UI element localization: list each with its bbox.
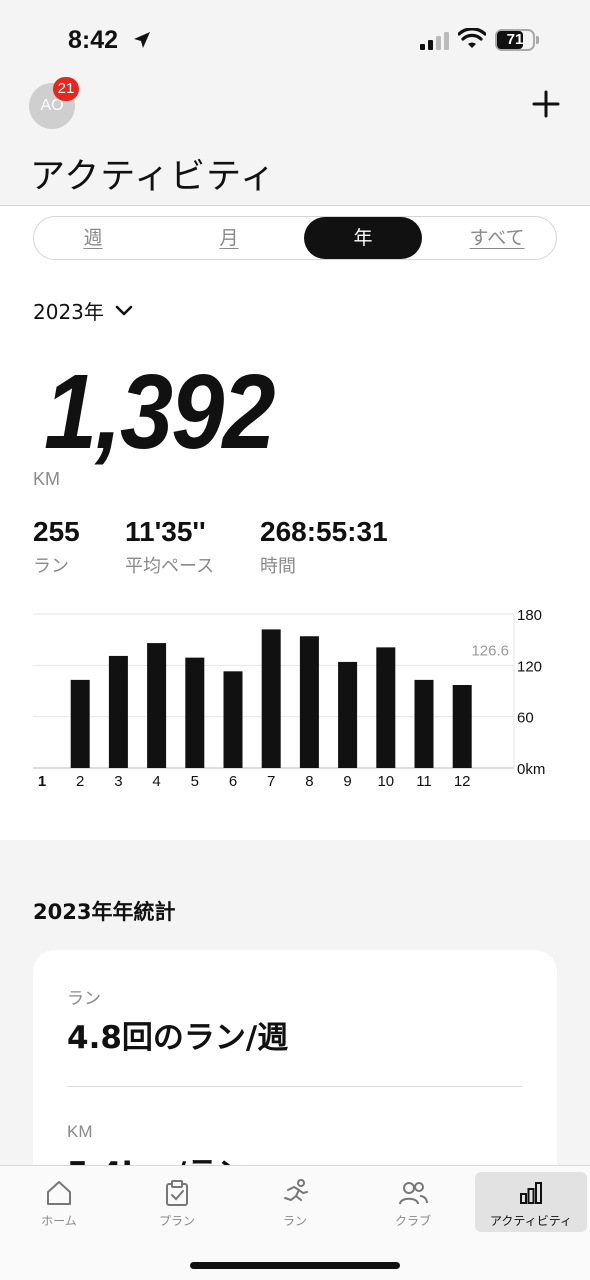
time-value: 268:55:31: [260, 516, 388, 547]
runner-icon: [284, 1179, 308, 1201]
bar-chart-icon: [520, 1182, 542, 1204]
monthly-distance-chart[interactable]: 180120600km126.61 2 3 4 5 6 7 8 9 10 11 12: [0, 600, 590, 800]
tab-club[interactable]: クラブ: [357, 1172, 469, 1232]
chart-bar[interactable]: [261, 629, 281, 768]
chart-bar[interactable]: [299, 636, 319, 768]
segment-year[interactable]: 年: [304, 217, 422, 259]
tab-home-label: ホーム: [41, 1214, 77, 1228]
time-label: 時間: [260, 556, 296, 577]
x-tick-label: 1: [38, 773, 46, 790]
battery-level: 71: [506, 31, 524, 48]
y-tick-label: 60: [517, 710, 534, 727]
distance-unit: KM: [33, 469, 60, 489]
tab-run-label: ラン: [282, 1214, 307, 1228]
tab-run[interactable]: ラン: [239, 1172, 351, 1232]
tab-activity-label: アクティビティ: [490, 1214, 572, 1228]
chart-bar[interactable]: [223, 671, 243, 768]
chart-bar[interactable]: [376, 647, 396, 768]
x-tick-label: 4: [152, 773, 160, 790]
home-icon: [47, 1181, 71, 1205]
stats-title: 2023年年統計: [33, 900, 176, 924]
chart-bar[interactable]: [338, 661, 358, 768]
location-arrow-icon: [134, 32, 150, 48]
runs-value: 255: [33, 516, 80, 547]
year-selector[interactable]: 2023年: [33, 296, 134, 325]
segment-all[interactable]: すべて: [438, 217, 556, 259]
chart-bar[interactable]: [108, 655, 128, 768]
add-button[interactable]: [530, 88, 562, 120]
x-tick-label: 5: [191, 773, 199, 790]
y-tick-label: 120: [517, 658, 542, 675]
tab-club-label: クラブ: [394, 1214, 431, 1228]
segment-week[interactable]: 週: [34, 217, 152, 259]
cellular-signal-icon: [420, 32, 449, 50]
pace-label: 平均ペース: [125, 556, 215, 577]
battery-icon: 71: [495, 29, 539, 51]
clipboard-check-icon: [166, 1180, 188, 1206]
x-tick-label: 9: [343, 773, 351, 790]
x-tick-label: 8: [305, 773, 313, 790]
stat-runs-per-week: 4.8回のラン/週: [67, 1020, 289, 1056]
total-distance: 1,392: [44, 353, 276, 471]
chart-bar[interactable]: [70, 679, 90, 768]
pace-stat: 11'35'' 平均ペース: [125, 516, 214, 578]
tab-plan[interactable]: プラン: [121, 1172, 233, 1232]
runs-label: ラン: [33, 556, 69, 577]
x-tick-label: 12: [454, 773, 471, 790]
status-time: 8:42: [68, 26, 119, 54]
y-tick-label: 180: [517, 607, 542, 624]
time-stat: 268:55:31 時間: [260, 516, 388, 578]
x-tick-label: 2: [76, 773, 84, 790]
x-tick-label: 10: [377, 773, 394, 790]
chart-bar[interactable]: [452, 685, 472, 768]
x-tick-label: 6: [229, 773, 237, 790]
pace-value: 11'35'': [125, 516, 206, 547]
runs-stat: 255 ラン: [33, 516, 80, 578]
tab-plan-label: プラン: [158, 1214, 195, 1228]
chevron-down-icon: [115, 305, 133, 315]
wifi-icon: [458, 28, 486, 48]
chart-bar[interactable]: [414, 679, 434, 768]
people-icon: [399, 1182, 428, 1205]
chart-bar[interactable]: [185, 657, 205, 768]
x-tick-label: 7: [267, 773, 275, 790]
x-tick-label: 11: [416, 773, 432, 790]
card-divider: [67, 1086, 523, 1087]
period-segmented-control: 週 月 年 すべて: [33, 216, 557, 260]
page-title: アクティビティ: [30, 157, 277, 197]
tab-activity[interactable]: アクティビティ: [475, 1172, 587, 1232]
segment-month[interactable]: 月: [170, 217, 288, 259]
average-label: 126.6: [471, 643, 509, 660]
stat-km-label: KM: [67, 1122, 93, 1141]
tab-home[interactable]: ホーム: [3, 1172, 115, 1232]
year-selector-label: 2023年: [33, 300, 104, 324]
notification-badge: 21: [53, 77, 79, 101]
stat-runs-label: ラン: [67, 989, 101, 1008]
x-tick-label: 3: [114, 773, 122, 790]
chart-bar[interactable]: [147, 643, 167, 768]
y-tick-label: 0km: [517, 761, 545, 778]
home-indicator: [190, 1262, 400, 1269]
